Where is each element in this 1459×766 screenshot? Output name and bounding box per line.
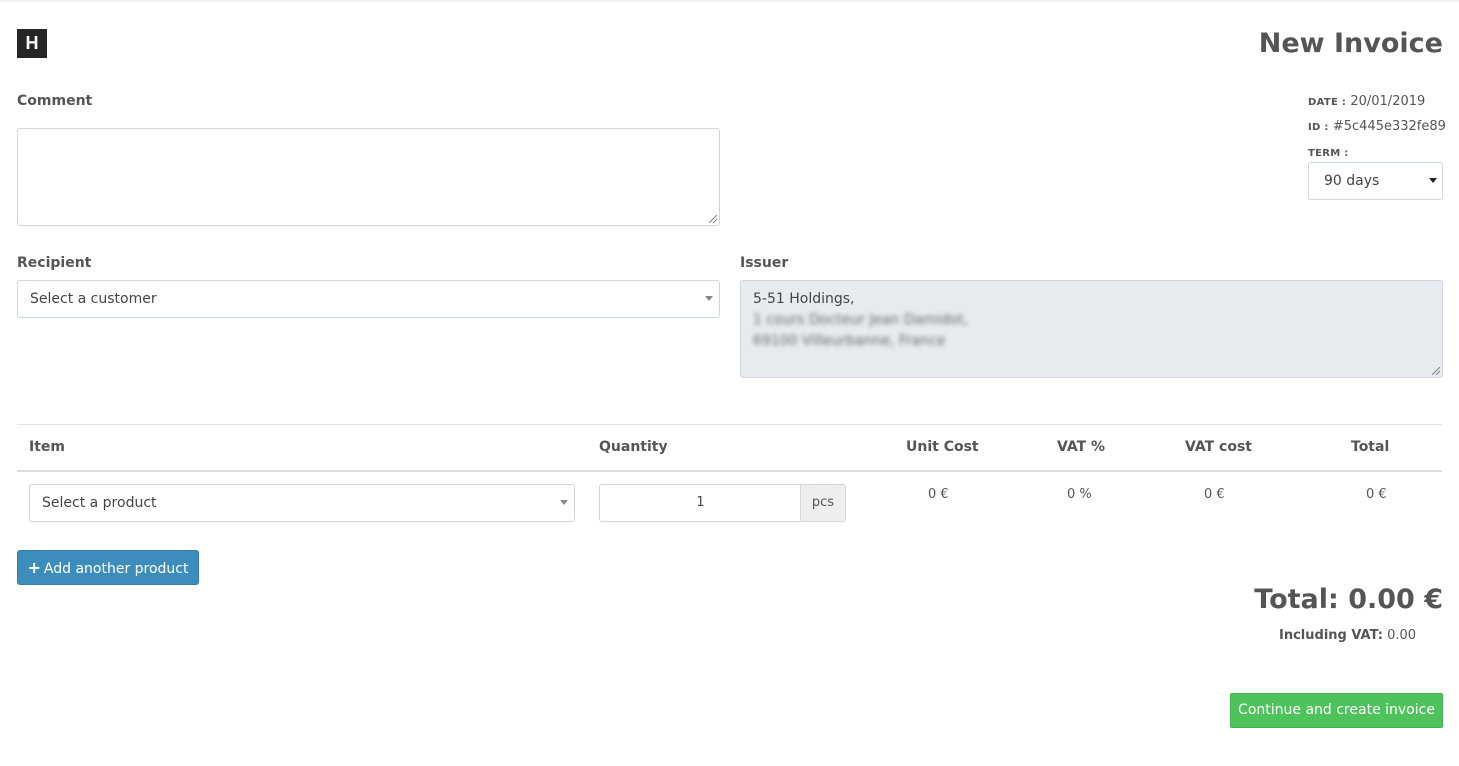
id-value: #5c445e332fe89 xyxy=(1332,119,1446,134)
column-header-total: Total xyxy=(1351,439,1390,455)
issuer-label: Issuer xyxy=(740,255,789,271)
date-label: DATE : xyxy=(1308,97,1347,108)
including-vat-label: Including VAT: xyxy=(1279,628,1383,643)
recipient-label: Recipient xyxy=(17,255,92,271)
column-header-vat-cost: VAT cost xyxy=(1185,439,1252,455)
invoice-total: Total: 0.00 € xyxy=(1254,584,1443,615)
chevron-down-icon xyxy=(560,500,568,505)
table-top-divider xyxy=(17,424,1442,425)
add-product-button[interactable]: + Add another product xyxy=(17,550,199,585)
invoice-date: DATE : 20/01/2019 xyxy=(1308,94,1425,109)
product-placeholder: Select a product xyxy=(42,495,157,511)
term-label: TERM : xyxy=(1308,148,1349,159)
comment-label: Comment xyxy=(17,93,93,109)
issuer-line-2: 1 cours Docteur Jean Damidot, xyxy=(753,312,969,328)
plus-icon: + xyxy=(27,558,41,577)
app-logo[interactable]: H xyxy=(17,29,47,58)
column-header-quantity: Quantity xyxy=(599,439,668,455)
chevron-down-icon xyxy=(705,296,713,301)
quantity-input[interactable]: 1 xyxy=(599,484,801,522)
including-vat-value: 0.00 xyxy=(1387,628,1417,643)
recipient-placeholder: Select a customer xyxy=(30,291,157,307)
vat-percent-value: 0 % xyxy=(1067,487,1092,502)
issuer-line-3: 69100 Villeurbanne, France xyxy=(753,333,946,349)
top-border xyxy=(0,0,1459,2)
chevron-down-icon xyxy=(1429,178,1437,183)
table-header-divider xyxy=(17,470,1442,472)
unit-cost-value: 0 € xyxy=(928,487,949,502)
column-header-unit-cost: Unit Cost xyxy=(906,439,979,455)
quantity-unit-addon: pcs xyxy=(800,484,846,522)
recipient-select[interactable]: Select a customer xyxy=(17,280,720,318)
add-product-label: Add another product xyxy=(43,561,189,577)
issuer-textarea: 5-51 Holdings, 1 cours Docteur Jean Dami… xyxy=(740,280,1443,378)
continue-create-invoice-button[interactable]: Continue and create invoice xyxy=(1230,693,1443,728)
issuer-line-1: 5-51 Holdings, xyxy=(753,291,855,307)
vat-cost-value: 0 € xyxy=(1204,487,1225,502)
column-header-vat-percent: VAT % xyxy=(1057,439,1106,455)
invoice-id: ID : #5c445e332fe89 xyxy=(1308,119,1446,134)
product-select[interactable]: Select a product xyxy=(29,484,575,522)
term-label-row: TERM : xyxy=(1308,145,1349,160)
comment-textarea[interactable] xyxy=(17,128,720,226)
term-select-value: 90 days xyxy=(1324,173,1380,189)
including-vat: Including VAT: 0.00 xyxy=(1279,628,1416,643)
term-select[interactable]: 90 days xyxy=(1308,162,1443,200)
id-label: ID : xyxy=(1308,122,1329,133)
resize-grip-icon[interactable] xyxy=(709,215,717,223)
date-value: 20/01/2019 xyxy=(1350,94,1426,109)
column-header-item: Item xyxy=(29,439,65,455)
row-total-value: 0 € xyxy=(1366,487,1387,502)
resize-grip-icon xyxy=(1432,367,1440,375)
page-title: New Invoice xyxy=(1258,28,1443,59)
